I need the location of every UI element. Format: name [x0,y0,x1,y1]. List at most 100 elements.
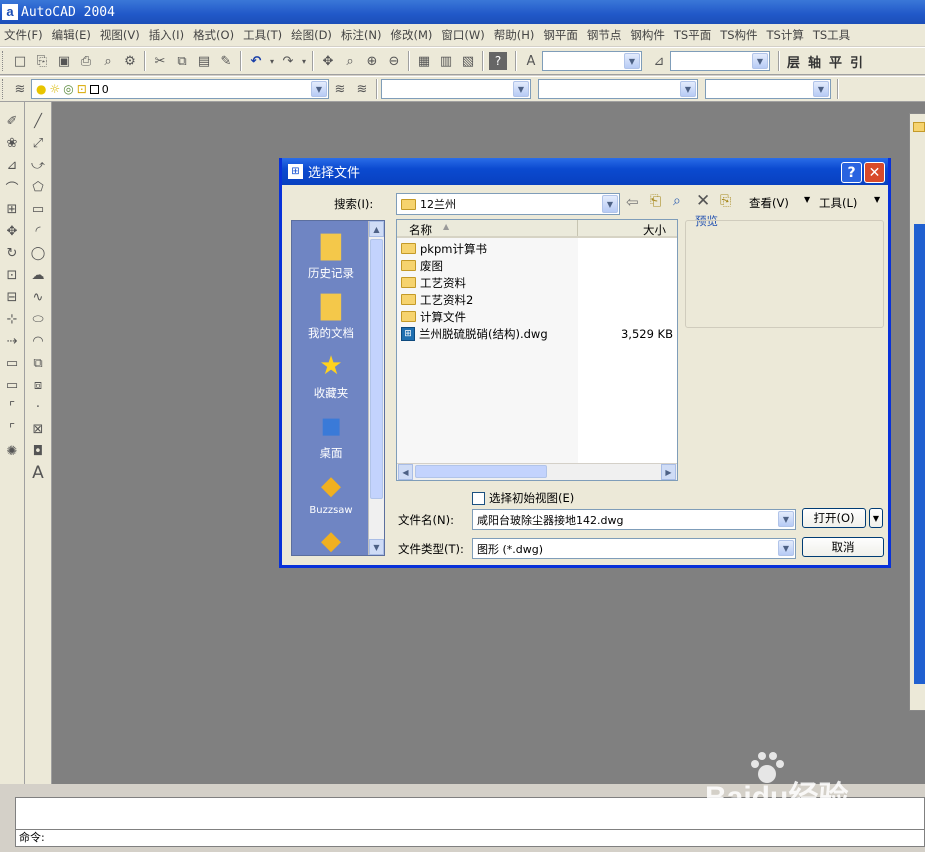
chevron-down-icon[interactable]: ▼ [369,539,384,555]
place-buzzsaw[interactable]: ◆ Buzzsaw [292,471,370,516]
chevron-up-icon[interactable]: ▲ [369,221,384,237]
axis-tool-button[interactable]: 轴 [804,52,825,71]
search-web-icon[interactable]: ⌕ [673,193,681,209]
design-center-icon[interactable]: ▥ [435,50,457,72]
initial-view-checkbox[interactable]: 选择初始视图(E) [472,490,574,506]
help-button[interactable]: ? [841,162,862,183]
zoom-realtime-icon[interactable]: ⌕ [339,50,361,72]
paste-icon[interactable]: ▤ [193,50,215,72]
linetype-control-select[interactable]: ▼ [538,79,698,99]
toolbar-grip[interactable] [2,51,6,71]
scroll-thumb[interactable] [415,465,547,478]
column-size[interactable]: 大小 [643,222,666,238]
rectangle-icon[interactable]: ▭ [27,198,49,220]
ellipse-icon[interactable]: ⬭ [27,308,49,330]
polygon-icon[interactable]: ⬠ [27,176,49,198]
menu-item[interactable]: 修改(M) [387,27,438,43]
explode-icon[interactable]: ✺ [1,440,23,462]
trim-icon[interactable]: ⊹ [1,308,23,330]
tool-palette-partial[interactable] [909,113,925,711]
chevron-down-icon[interactable]: ▼ [874,195,880,204]
new-folder-icon[interactable]: ⎘ [720,193,731,209]
plan-tool-button[interactable]: 平 [825,52,846,71]
redo-icon[interactable]: ↷ [277,50,299,72]
cut-icon[interactable]: ✂ [149,50,171,72]
cancel-button[interactable]: 取消 [802,537,884,557]
offset-icon[interactable]: ⌒ [1,176,23,198]
menu-item[interactable]: 绘图(D) [287,27,337,43]
print-preview-icon[interactable]: ⌕ [97,50,119,72]
back-icon[interactable]: ⇦ [626,193,639,211]
menu-item[interactable]: 钢平面 [539,27,583,43]
menu-item[interactable]: 钢节点 [583,27,627,43]
hatch-icon[interactable]: ⊠ [27,418,49,440]
polyline-icon[interactable]: ⤻ [27,154,49,176]
menu-item[interactable]: 帮助(H) [490,27,540,43]
layer-manager-icon[interactable]: ≋ [9,78,31,100]
undo-dropdown-icon[interactable]: ▾ [267,50,277,72]
pan-icon[interactable]: ✥ [317,50,339,72]
spline-icon[interactable]: ∿ [27,286,49,308]
open-button[interactable]: 打开(O) [802,508,866,528]
menu-item[interactable]: 标注(N) [337,27,387,43]
checkbox-box[interactable] [472,491,485,505]
place-my-documents[interactable]: ▇ 我的文档 [292,291,370,341]
make-block-icon[interactable]: ⧈ [27,374,49,396]
menu-item[interactable]: TS计算 [763,27,809,43]
file-list-item[interactable]: 废图 [401,257,673,274]
delete-icon[interactable]: ✕ [696,191,710,211]
place-history[interactable]: ▇ 历史记录 [292,231,370,281]
open-file-icon[interactable]: ⎘ [31,50,53,72]
stretch-icon[interactable]: ⊟ [1,286,23,308]
tool-palettes-icon[interactable]: ▧ [457,50,479,72]
file-list-item[interactable]: ⊞ 兰州脱硫脱硝(结构).dwg 3,529 KB [401,325,673,342]
extend-icon[interactable]: ⇢ [1,330,23,352]
line-icon[interactable]: ╱ [27,110,49,132]
copy-object-icon[interactable]: ❀ [1,132,23,154]
dim-style-icon[interactable]: ⊿ [648,50,670,72]
menu-item[interactable]: TS构件 [716,27,762,43]
dim-style-select[interactable]: ▼ [670,51,770,71]
menu-item[interactable]: 视图(V) [96,27,145,43]
layer-tool-button[interactable]: 层 [783,52,804,71]
menu-item[interactable]: 编辑(E) [48,27,96,43]
revision-cloud-icon[interactable]: ☁ [27,264,49,286]
chamfer-icon[interactable]: ⌜ [1,396,23,418]
match-properties-icon[interactable]: ✎ [215,50,237,72]
menu-item[interactable]: 插入(I) [145,27,189,43]
arc-icon[interactable]: ◜ [27,220,49,242]
new-file-icon[interactable]: □ [9,50,31,72]
chevron-left-icon[interactable]: ◀ [398,464,413,480]
break-icon[interactable]: ▭ [1,352,23,374]
place-desktop[interactable]: ◼ 桌面 [292,411,370,461]
column-name[interactable]: 名称 [409,222,432,238]
open-options-dropdown[interactable]: ▼ [869,508,883,528]
place-more[interactable]: ◆ [292,526,370,560]
region-icon[interactable]: ◘ [27,440,49,462]
file-list-hscrollbar[interactable]: ◀ ▶ [397,463,677,480]
point-icon[interactable]: · [27,396,49,418]
chevron-right-icon[interactable]: ▶ [661,464,676,480]
scale-icon[interactable]: ⊡ [1,264,23,286]
menu-item[interactable]: 格式(O) [189,27,239,43]
look-in-select[interactable]: 12兰州 ▼ [396,193,620,215]
fillet-icon[interactable]: ⌜ [1,418,23,440]
filename-input[interactable]: 咸阳台玻除尘器接地142.dwg ▼ [472,509,796,530]
move-icon[interactable]: ✥ [1,220,23,242]
layer-select[interactable]: ● ☼ ◎ ⊡ 0 ▼ [31,79,329,99]
text-style-icon[interactable]: A [520,50,542,72]
zoom-previous-icon[interactable]: ⊖ [383,50,405,72]
ellipse-arc-icon[interactable]: ◠ [27,330,49,352]
file-list-item[interactable]: pkpm计算书 [401,240,673,257]
array-icon[interactable]: ⊞ [1,198,23,220]
leader-tool-button[interactable]: 引 [846,52,867,71]
view-menu[interactable]: 查看(V) [749,195,789,211]
file-list-item[interactable]: 工艺资料2 [401,291,673,308]
redo-dropdown-icon[interactable]: ▾ [299,50,309,72]
insert-block-icon[interactable]: ⧉ [27,352,49,374]
construction-line-icon[interactable]: ⤢ [27,132,49,154]
menu-item[interactable]: 工具(T) [239,27,287,43]
mirror-icon[interactable]: ⊿ [1,154,23,176]
print-icon[interactable]: ⎙ [75,50,97,72]
text-style-select[interactable]: ▼ [542,51,642,71]
